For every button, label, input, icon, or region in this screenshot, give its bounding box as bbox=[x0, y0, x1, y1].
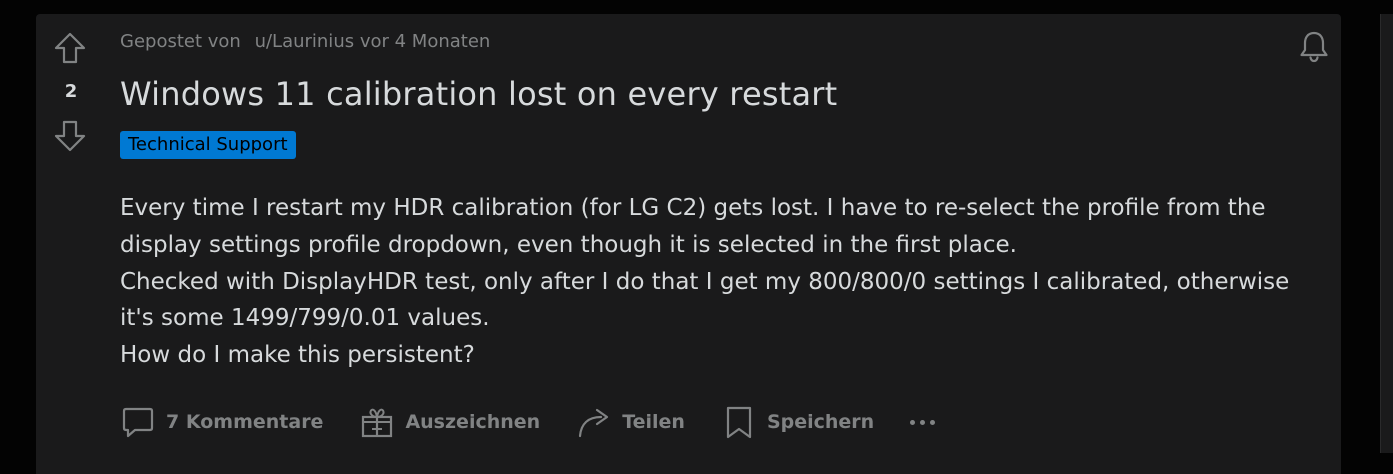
save-button[interactable]: Speichern bbox=[721, 404, 874, 440]
post-card: 2 Gepostet von u/Laurinius vor 4 Monaten… bbox=[36, 14, 1341, 474]
body-paragraph: Every time I restart my HDR calibration … bbox=[120, 195, 1266, 258]
ellipsis-icon bbox=[930, 419, 936, 425]
downvote-button[interactable] bbox=[52, 118, 88, 154]
post-action-bar: 7 Kommentare Auszeichnen Teilen Speicher… bbox=[120, 402, 940, 442]
share-label: Teilen bbox=[622, 411, 685, 433]
comments-button[interactable]: 7 Kommentare bbox=[120, 404, 323, 440]
post-meta: Gepostet von u/Laurinius vor 4 Monaten bbox=[120, 31, 490, 53]
more-options-button[interactable] bbox=[910, 404, 940, 440]
bell-icon bbox=[1300, 31, 1328, 63]
flair-badge[interactable]: Technical Support bbox=[120, 131, 296, 159]
post-body: Every time I restart my HDR calibration … bbox=[120, 190, 1310, 374]
share-button[interactable]: Teilen bbox=[576, 404, 685, 440]
upvote-arrow-icon bbox=[54, 32, 86, 64]
body-paragraph: How do I make this persistent? bbox=[120, 342, 475, 369]
award-button[interactable]: Auszeichnen bbox=[359, 404, 540, 440]
body-paragraph: Checked with DisplayHDR test, only after… bbox=[120, 268, 1290, 332]
post-title[interactable]: Windows 11 calibration lost on every res… bbox=[120, 74, 837, 114]
notification-bell-button[interactable] bbox=[1296, 28, 1332, 64]
bookmark-icon bbox=[721, 404, 757, 440]
ellipsis-icon bbox=[920, 419, 926, 425]
upvote-button[interactable] bbox=[52, 30, 88, 66]
comments-label: 7 Kommentare bbox=[166, 411, 324, 433]
award-label: Auszeichnen bbox=[405, 411, 541, 433]
gift-icon bbox=[359, 404, 395, 440]
share-arrow-icon bbox=[576, 404, 612, 440]
scrollbar[interactable] bbox=[1380, 14, 1393, 453]
post-age: vor 4 Monaten bbox=[359, 31, 491, 52]
save-label: Speichern bbox=[766, 411, 875, 433]
ellipsis-icon bbox=[910, 419, 916, 425]
vote-count: 2 bbox=[64, 81, 78, 102]
author-link[interactable]: u/Laurinius bbox=[255, 31, 355, 52]
downvote-arrow-icon bbox=[54, 120, 86, 152]
comment-bubble-icon bbox=[120, 404, 156, 440]
meta-prefix: Gepostet von bbox=[120, 31, 241, 52]
